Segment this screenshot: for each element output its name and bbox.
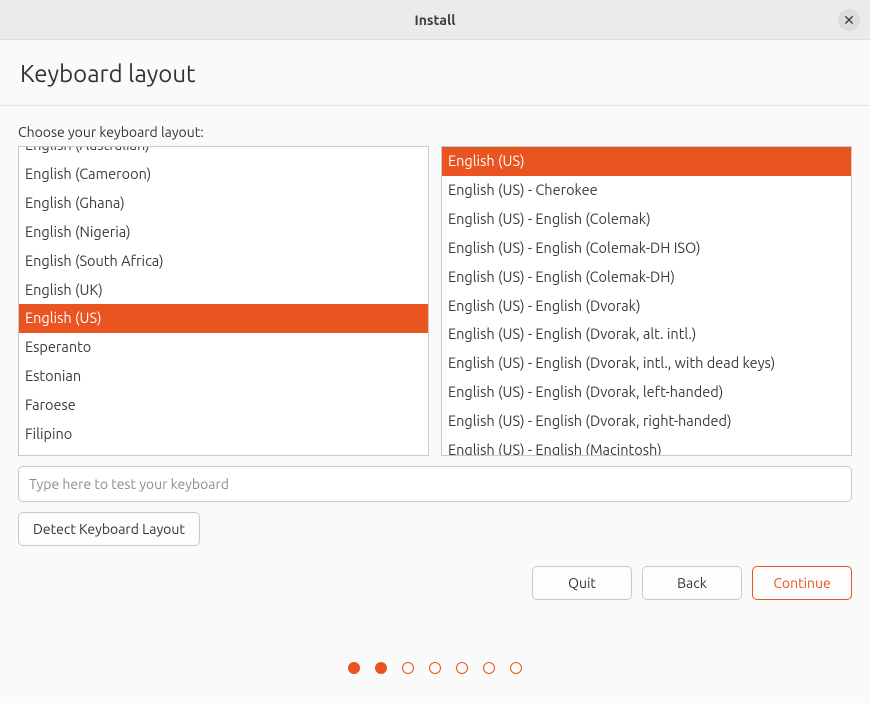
footer-buttons: Quit Back Continue <box>18 566 852 600</box>
language-listbox[interactable]: English (Australian)English (Cameroon)En… <box>18 146 429 456</box>
variant-item[interactable]: English (US) - English (Colemak) <box>442 205 851 234</box>
back-button[interactable]: Back <box>642 566 742 600</box>
page-header: Keyboard layout <box>0 40 870 106</box>
variant-item[interactable]: English (US) - English (Colemak-DH) <box>442 263 851 292</box>
layout-lists: English (Australian)English (Cameroon)En… <box>18 146 852 456</box>
progress-dot <box>402 662 414 674</box>
variant-item[interactable]: English (US) - English (Dvorak, right-ha… <box>442 407 851 436</box>
titlebar: Install ✕ <box>0 0 870 40</box>
page-title: Keyboard layout <box>20 60 850 87</box>
variant-item[interactable]: English (US) <box>442 147 851 176</box>
variant-item[interactable]: English (US) - English (Dvorak, alt. int… <box>442 320 851 349</box>
variant-item[interactable]: English (US) - English (Colemak-DH ISO) <box>442 234 851 263</box>
window-title: Install <box>415 12 456 28</box>
progress-indicator <box>18 662 852 674</box>
quit-button[interactable]: Quit <box>532 566 632 600</box>
language-item[interactable]: English (Nigeria) <box>19 218 428 247</box>
variant-item[interactable]: English (US) - English (Dvorak) <box>442 292 851 321</box>
variant-item[interactable]: English (US) - English (Dvorak, intl., w… <box>442 349 851 378</box>
detect-keyboard-button[interactable]: Detect Keyboard Layout <box>18 512 200 546</box>
progress-dot <box>429 662 441 674</box>
prompt-label: Choose your keyboard layout: <box>18 124 852 140</box>
close-icon: ✕ <box>843 13 855 27</box>
language-item[interactable]: English (South Africa) <box>19 247 428 276</box>
progress-dot <box>483 662 495 674</box>
language-item[interactable]: English (Cameroon) <box>19 160 428 189</box>
progress-dot <box>375 662 387 674</box>
progress-dot <box>510 662 522 674</box>
progress-dot <box>456 662 468 674</box>
variant-item[interactable]: English (US) - Cherokee <box>442 176 851 205</box>
language-item[interactable]: Estonian <box>19 362 428 391</box>
progress-dot <box>348 662 360 674</box>
continue-button[interactable]: Continue <box>752 566 852 600</box>
language-item[interactable]: English (UK) <box>19 276 428 305</box>
main-panel: Choose your keyboard layout: English (Au… <box>0 106 870 674</box>
variant-item[interactable]: English (US) - English (Macintosh) <box>442 436 851 456</box>
language-item[interactable]: Esperanto <box>19 333 428 362</box>
variant-item[interactable]: English (US) - English (Dvorak, left-han… <box>442 378 851 407</box>
variant-listbox[interactable]: English (US)English (US) - CherokeeEngli… <box>441 146 852 456</box>
close-button[interactable]: ✕ <box>838 9 860 31</box>
language-item[interactable]: English (Australian) <box>19 146 428 160</box>
language-item[interactable]: Finnish <box>19 449 428 456</box>
language-item[interactable]: English (Ghana) <box>19 189 428 218</box>
keyboard-test-input[interactable] <box>18 466 852 502</box>
language-item[interactable]: Faroese <box>19 391 428 420</box>
language-item[interactable]: English (US) <box>19 304 428 333</box>
content: Keyboard layout Choose your keyboard lay… <box>0 40 870 674</box>
language-item[interactable]: Filipino <box>19 420 428 449</box>
